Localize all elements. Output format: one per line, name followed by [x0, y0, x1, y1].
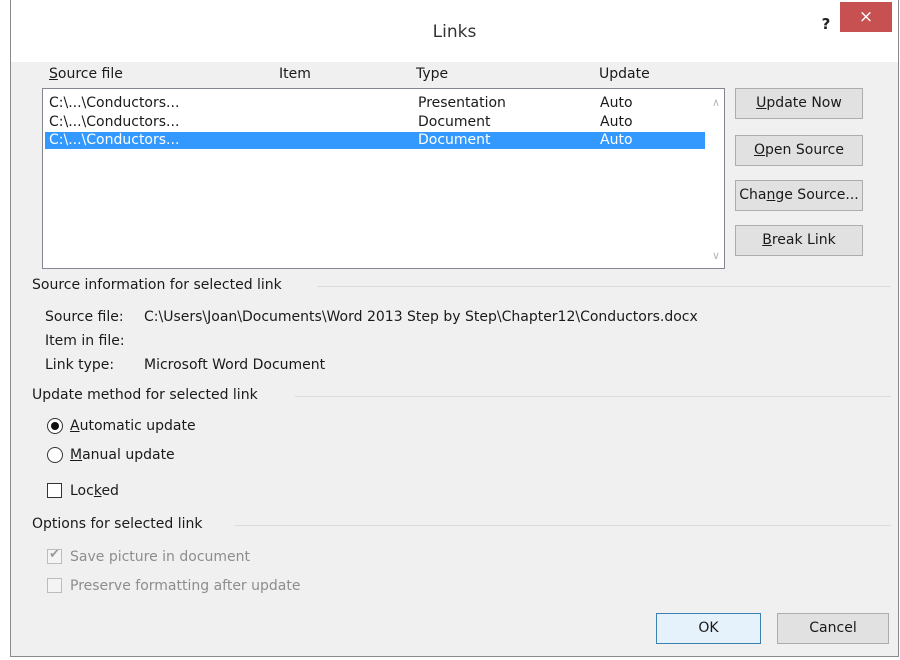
row-source: C:\...\Conductors...	[49, 132, 180, 148]
locked-checkbox[interactable]	[47, 483, 62, 498]
links-listbox[interactable]: C:\...\Conductors... Presentation Auto C…	[42, 88, 725, 269]
help-button[interactable]: ?	[813, 12, 839, 36]
checkmark-icon: ✔	[49, 547, 60, 562]
options-heading: Options for selected link	[32, 516, 203, 532]
column-header-source-file[interactable]: Source file	[49, 66, 123, 82]
save-picture-checkbox[interactable]: ✔	[47, 547, 62, 564]
locked-label[interactable]: Locked	[70, 483, 119, 499]
change-source-button[interactable]: Change Source...	[735, 180, 863, 211]
row-type: Document	[418, 114, 491, 130]
cancel-button[interactable]: Cancel	[777, 613, 889, 644]
dialog-title: Links	[432, 22, 477, 42]
update-method-heading: Update method for selected link	[32, 387, 258, 403]
source-info-heading: Source information for selected link	[32, 277, 282, 293]
automatic-update-radio[interactable]	[47, 418, 63, 434]
radio-selected-dot	[51, 422, 59, 430]
item-in-file-label: Item in file:	[45, 333, 125, 349]
title-bar: Links ? ×	[11, 0, 898, 62]
link-row-1[interactable]: C:\...\Conductors... Presentation Auto	[45, 95, 705, 112]
break-link-button[interactable]: Break Link	[735, 225, 863, 256]
preserve-formatting-label: Preserve formatting after update	[70, 578, 301, 594]
row-type: Document	[418, 132, 491, 148]
link-type-value: Microsoft Word Document	[144, 357, 326, 373]
row-type: Presentation	[418, 95, 506, 111]
ok-button[interactable]: OK	[656, 613, 761, 644]
update-now-button[interactable]: Update Now	[735, 88, 863, 119]
source-file-label: Source file:	[45, 309, 124, 325]
source-file-value: C:\Users\Joan\Documents\Word 2013 Step b…	[144, 309, 698, 325]
manual-update-radio[interactable]	[47, 447, 63, 463]
link-row-3[interactable]: C:\...\Conductors... Document Auto	[45, 132, 705, 149]
row-source: C:\...\Conductors...	[49, 95, 180, 111]
link-row-2[interactable]: C:\...\Conductors... Document Auto	[45, 114, 705, 131]
links-dialog: Links ? × Source file Item Type Update C…	[10, 0, 899, 657]
row-update: Auto	[600, 114, 633, 130]
column-header-type[interactable]: Type	[416, 66, 448, 82]
scroll-up-icon[interactable]: ∧	[708, 95, 724, 111]
manual-update-label[interactable]: Manual update	[70, 447, 175, 463]
section-divider	[295, 396, 891, 397]
column-header-update[interactable]: Update	[599, 66, 650, 82]
row-source: C:\...\Conductors...	[49, 114, 180, 130]
preserve-formatting-checkbox[interactable]	[47, 578, 62, 593]
row-update: Auto	[600, 132, 633, 148]
scroll-down-icon[interactable]: ∨	[708, 248, 724, 264]
section-divider	[317, 286, 891, 287]
save-picture-label: Save picture in document	[70, 549, 251, 565]
link-type-label: Link type:	[45, 357, 115, 373]
open-source-button[interactable]: Open Source	[735, 135, 863, 166]
close-button[interactable]: ×	[840, 2, 892, 32]
column-header-item[interactable]: Item	[279, 66, 311, 82]
row-update: Auto	[600, 95, 633, 111]
automatic-update-label[interactable]: Automatic update	[70, 418, 196, 434]
section-divider	[235, 525, 891, 526]
close-icon: ×	[858, 7, 874, 27]
